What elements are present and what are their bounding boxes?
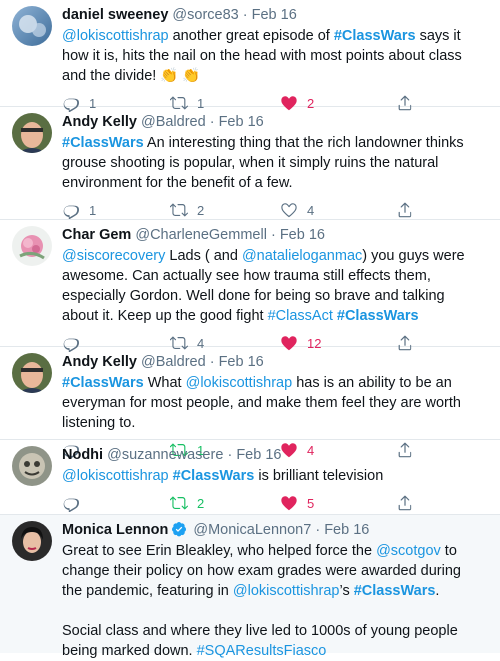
tweet-text: @lokiscottishrap another great episode o… <box>62 26 484 86</box>
verified-badge-icon <box>171 521 187 537</box>
avatar[interactable] <box>12 446 52 486</box>
tweet-text: #ClassWars An interesting thing that the… <box>62 133 484 193</box>
like-button[interactable]: 5 <box>280 494 396 512</box>
tweet[interactable]: Andy Kelly @Baldred · Feb 16 #ClassWars … <box>0 347 500 459</box>
tweet-date[interactable]: Feb 16 <box>324 522 369 538</box>
heart-icon <box>280 494 298 512</box>
hashtag-link[interactable]: #ClassWars <box>62 135 144 151</box>
avatar[interactable] <box>12 226 52 266</box>
reply-icon <box>62 494 80 512</box>
tweet-text: Great to see Erin Bleakley, who helped f… <box>62 541 484 661</box>
hashtag-link[interactable]: #ClassWars <box>354 583 436 599</box>
tweet-text-segment: Lads ( and <box>165 248 242 264</box>
separator: · <box>315 522 321 538</box>
hashtag-link[interactable]: #SQAResultsFiasco <box>197 643 327 659</box>
author-handle[interactable]: @suzannewasere <box>107 447 223 463</box>
tweet-header: Monica Lennon @MonicaLennon7 · Feb 16 <box>62 521 484 540</box>
reply-count: 1 <box>89 202 97 218</box>
retweet-icon <box>170 494 188 512</box>
tweet-date[interactable]: Feb 16 <box>219 354 264 370</box>
tweet-date[interactable]: Feb 16 <box>252 7 297 23</box>
hashtag-link[interactable]: #ClassAct <box>268 308 333 324</box>
tweet[interactable]: daniel sweeney @sorce83 · Feb 16 @lokisc… <box>0 0 500 112</box>
avatar[interactable] <box>12 113 52 153</box>
tweet-text-segment: Great to see Erin Bleakley, who helped f… <box>62 543 377 559</box>
heart-icon <box>280 201 298 219</box>
tweet-header: Nodhi @suzannewasere · Feb 16 <box>62 446 484 465</box>
tweet-header: daniel sweeney @sorce83 · Feb 16 <box>62 6 484 25</box>
author-name[interactable]: daniel sweeney <box>62 7 168 23</box>
mention-link[interactable]: @siscorecovery <box>62 248 165 264</box>
mention-link[interactable]: @scotgov <box>376 543 441 559</box>
hashtag-link[interactable]: #ClassWars <box>337 308 419 324</box>
tweet-date[interactable]: Feb 16 <box>219 114 264 130</box>
retweet-icon <box>170 201 188 219</box>
tweet-actions: 2 5 <box>62 488 484 518</box>
share-icon <box>396 494 414 512</box>
separator: · <box>209 354 215 370</box>
author-handle[interactable]: @CharleneGemmell <box>135 227 267 243</box>
tweet-text-segment: What <box>143 375 186 391</box>
mention-link[interactable]: @lokiscottishrap <box>62 28 169 44</box>
avatar[interactable] <box>12 6 52 46</box>
tweet-header: Char Gem @CharleneGemmell · Feb 16 <box>62 226 484 245</box>
tweet-text: @siscorecovery Lads ( and @natalieloganm… <box>62 246 484 326</box>
hashtag-link[interactable]: #ClassWars <box>173 468 255 484</box>
tweet-date[interactable]: Feb 16 <box>280 227 325 243</box>
share-button[interactable] <box>396 494 436 512</box>
separator: · <box>270 227 276 243</box>
tweet-feed: daniel sweeney @sorce83 · Feb 16 @lokisc… <box>0 0 500 659</box>
mention-link[interactable]: @lokiscottishrap <box>233 583 340 599</box>
share-button[interactable] <box>396 201 436 219</box>
author-name[interactable]: Monica Lennon <box>62 522 168 538</box>
mention-link[interactable]: @natalieloganmac <box>242 248 362 264</box>
tweet[interactable]: Char Gem @CharleneGemmell · Feb 16 @sisc… <box>0 220 500 352</box>
tweet-text: @lokiscottishrap #ClassWars is brilliant… <box>62 466 484 486</box>
author-handle[interactable]: @Baldred <box>141 114 206 130</box>
tweet-text-segment: ’s <box>339 583 354 599</box>
tweet-text-segment: another great episode of <box>168 28 334 44</box>
author-name[interactable]: Nodhi <box>62 447 103 463</box>
reply-icon <box>62 201 80 219</box>
tweet[interactable]: Nodhi @suzannewasere · Feb 16 @lokiscott… <box>0 440 500 515</box>
like-count: 4 <box>307 202 315 218</box>
mention-link[interactable]: @lokiscottishrap <box>186 375 293 391</box>
avatar[interactable] <box>12 353 52 393</box>
hashtag-link[interactable]: #ClassWars <box>334 28 416 44</box>
retweet-count: 2 <box>197 495 205 511</box>
like-button[interactable]: 4 <box>280 201 396 219</box>
reply-button[interactable]: 1 <box>62 201 170 219</box>
retweet-button[interactable]: 2 <box>170 494 280 512</box>
hashtag-link[interactable]: #ClassWars <box>62 375 144 391</box>
tweet-header: Andy Kelly @Baldred · Feb 16 <box>62 353 484 372</box>
tweet[interactable]: Andy Kelly @Baldred · Feb 16 #ClassWars … <box>0 107 500 220</box>
tweet-header: Andy Kelly @Baldred · Feb 16 <box>62 113 484 132</box>
mention-link[interactable]: @lokiscottishrap <box>62 468 169 484</box>
author-handle[interactable]: @sorce83 <box>172 7 238 23</box>
separator: · <box>227 447 233 463</box>
author-name[interactable]: Andy Kelly <box>62 354 137 370</box>
separator: · <box>242 7 248 23</box>
author-name[interactable]: Andy Kelly <box>62 114 137 130</box>
reply-button[interactable] <box>62 494 170 512</box>
tweet-text: #ClassWars What @lokiscottishrap has is … <box>62 373 484 433</box>
tweet[interactable]: Monica Lennon @MonicaLennon7 · Feb 16 Gr… <box>0 515 500 659</box>
author-name[interactable]: Char Gem <box>62 227 131 243</box>
tweet-date[interactable]: Feb 16 <box>236 447 281 463</box>
author-handle[interactable]: @Baldred <box>141 354 206 370</box>
retweet-button[interactable]: 2 <box>170 201 280 219</box>
separator: · <box>209 114 215 130</box>
avatar[interactable] <box>12 521 52 561</box>
retweet-count: 2 <box>197 202 205 218</box>
author-handle[interactable]: @MonicaLennon7 <box>193 522 311 538</box>
share-icon <box>396 201 414 219</box>
tweet-text-segment: is brilliant television <box>254 468 384 484</box>
like-count: 5 <box>307 495 315 511</box>
tweet-text-segment: . <box>435 583 440 599</box>
